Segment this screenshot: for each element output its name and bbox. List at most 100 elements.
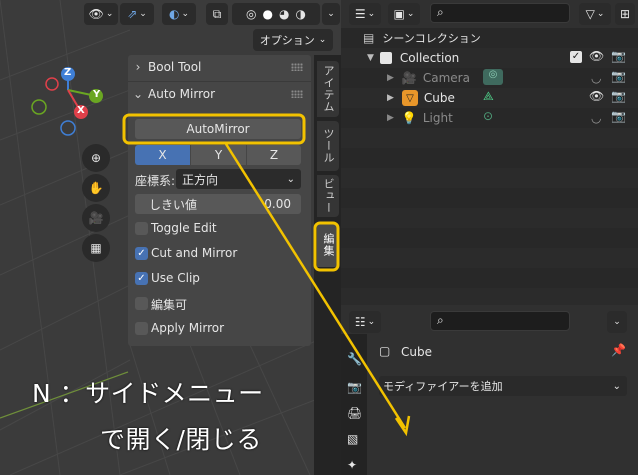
zoom-button[interactable]: ⊕	[82, 144, 110, 172]
shading-modes[interactable]: ◎ ● ◕ ◑	[232, 3, 320, 25]
options-dropdown[interactable]: オプション ⌄	[253, 29, 333, 51]
scene-collection-icon: ▤	[363, 31, 375, 45]
render-camera-icon[interactable]: 📷	[611, 69, 626, 83]
object-name-label: Cube	[401, 345, 432, 359]
orientation-value: 正方向	[182, 172, 219, 187]
chevron-right-icon: ▶	[387, 73, 394, 83]
rendered-shading-icon[interactable]: ◑	[295, 7, 305, 21]
eye-icon[interactable]: 👁	[589, 49, 604, 63]
tool-tab-icon[interactable]: 🔧	[347, 352, 362, 366]
xray-icon: ⧉	[212, 6, 222, 21]
list-item[interactable]: ▤ シーンコレクション	[341, 28, 638, 48]
add-modifier-dropdown[interactable]: モディファイアーを追加 ⌄	[379, 376, 627, 396]
properties-search-input[interactable]: ⌕	[430, 311, 570, 331]
orientation-dropdown[interactable]: 正方向 ⌄	[176, 169, 301, 189]
gizmo-x-label: X	[77, 105, 85, 116]
list-item[interactable]: ▶ 💡 Light ⊙ ◡ 📷	[341, 108, 638, 128]
ortho-toggle-button[interactable]: ▦	[82, 234, 110, 262]
threshold-field[interactable]: しきい値 0.00	[135, 194, 301, 214]
output-tab-icon[interactable]: 🖨	[347, 406, 362, 420]
empty-row	[341, 128, 638, 148]
mesh-data-icon[interactable]: ⟁	[483, 89, 494, 104]
eye-closed-icon[interactable]: ◡	[591, 111, 601, 125]
axis-x-label: X	[158, 148, 167, 162]
sidebar-tabs: アイテム ツール ビュー 編集	[314, 55, 341, 475]
editor-type-dropdown[interactable]: ☷ ⌄	[349, 311, 381, 333]
render-camera-icon[interactable]: 📷	[611, 89, 626, 103]
gizmo-icon: ⇗	[127, 7, 138, 21]
render-camera-icon[interactable]: 📷	[611, 109, 626, 123]
auto-mirror-title: Auto Mirror	[148, 87, 216, 101]
editable-label: 編集可	[151, 298, 188, 312]
overlays-dropdown[interactable]: ◐ ⌄	[162, 3, 196, 25]
eye-icon[interactable]: 👁	[589, 89, 604, 103]
render-tab-icon[interactable]: 📷	[347, 380, 362, 394]
view-layer-tab-icon[interactable]: ▧	[347, 432, 358, 446]
tab-item[interactable]: アイテム	[317, 61, 339, 117]
properties-options-dropdown[interactable]: ⌄	[607, 311, 627, 333]
view-layer-dropdown[interactable]: ▣ ⌄	[388, 3, 420, 25]
grid-icon: ▦	[90, 241, 102, 255]
camera-view-button[interactable]: 🎥	[82, 204, 110, 232]
light-data-icon[interactable]: ⊙	[483, 109, 493, 123]
new-collection-button[interactable]: ⊞	[615, 3, 635, 25]
auto-mirror-header[interactable]: ⌄ Auto Mirror	[128, 82, 311, 106]
pan-button[interactable]: ✋	[82, 174, 110, 202]
filter-dropdown[interactable]: ▽ ⌄	[579, 3, 611, 25]
apply-mirror-label: Apply Mirror	[151, 321, 225, 335]
properties-tabs: 🔧 📷 🖨 ▧ ✦	[341, 334, 367, 475]
drag-handle-icon[interactable]	[291, 63, 303, 71]
orientation-label: 座標系:	[135, 174, 176, 188]
axis-x-button[interactable]: X	[135, 145, 190, 165]
filter-icon: ▽	[585, 7, 595, 21]
list-item[interactable]: ▶ 🎥 Camera ◎ ◡ 📷	[341, 68, 638, 88]
empty-row	[341, 288, 638, 305]
chevron-down-icon: ⌄	[286, 173, 295, 185]
tab-tool[interactable]: ツール	[317, 121, 339, 171]
outliner-search-input[interactable]: ⌕	[430, 3, 570, 23]
pin-icon[interactable]: 📌	[611, 343, 626, 357]
empty-row	[341, 208, 638, 228]
automirror-button-label: AutoMirror	[186, 122, 250, 136]
scene-tab-icon[interactable]: ✦	[347, 458, 357, 472]
exclude-checkbox[interactable]: ✓	[570, 51, 582, 63]
wireframe-shading-icon[interactable]: ◎	[246, 7, 256, 21]
cut-and-mirror-checkbox[interactable]: ✓	[135, 247, 148, 260]
axis-y-button[interactable]: Y	[191, 145, 246, 165]
drag-handle-icon[interactable]	[291, 90, 303, 98]
display-mode-dropdown[interactable]: ☰ ⌄	[349, 3, 381, 25]
gizmo-dropdown[interactable]: ⇗ ⌄	[120, 3, 154, 25]
bool-tool-header[interactable]: › Bool Tool	[128, 55, 311, 79]
render-camera-icon[interactable]: 📷	[611, 49, 626, 63]
list-item[interactable]: ▼ Collection ✓ 👁 📷	[341, 48, 638, 68]
use-clip-checkbox[interactable]: ✓	[135, 272, 148, 285]
editable-checkbox[interactable]	[135, 297, 148, 310]
chevron-right-icon: ▶	[387, 93, 394, 103]
automirror-button[interactable]: AutoMirror	[135, 119, 301, 139]
camera-label: Camera	[422, 71, 470, 85]
camera-icon: 🎥	[401, 71, 417, 85]
chevron-right-icon: ›	[135, 60, 141, 74]
camera-icon: 🎥	[88, 211, 104, 225]
xray-toggle[interactable]: ⧉	[206, 3, 228, 25]
collection-icon	[379, 52, 392, 64]
eye-closed-icon[interactable]: ◡	[591, 71, 601, 85]
shading-options-dropdown[interactable]: ⌄	[322, 3, 340, 25]
outliner-icon: ☰	[354, 7, 366, 21]
axis-z-button[interactable]: Z	[247, 145, 301, 165]
chevron-down-icon: ⌄	[318, 35, 327, 45]
apply-mirror-checkbox[interactable]	[135, 322, 148, 335]
list-item[interactable]: ▶ ▽ Cube ⟁ 👁 📷	[341, 88, 638, 108]
tab-edit[interactable]: 編集	[317, 223, 339, 267]
tab-item-label: アイテム	[322, 65, 335, 113]
view-object-types-dropdown[interactable]: 👁 ⌄	[84, 3, 118, 25]
chevron-down-icon: ⌄	[613, 317, 621, 327]
annotation-text-line2: で開く/閉じる	[100, 425, 262, 454]
toggle-edit-checkbox[interactable]	[135, 222, 148, 235]
image-icon: ▣	[393, 7, 405, 21]
tab-view[interactable]: ビュー	[317, 175, 339, 217]
material-shading-icon[interactable]: ◕	[279, 7, 289, 21]
outliner-header: ☰ ⌄ ▣ ⌄ ⌕ ▽ ⌄ ⊞	[341, 0, 638, 28]
camera-data-icon[interactable]: ◎	[483, 69, 503, 85]
solid-shading-icon[interactable]: ●	[263, 7, 273, 21]
